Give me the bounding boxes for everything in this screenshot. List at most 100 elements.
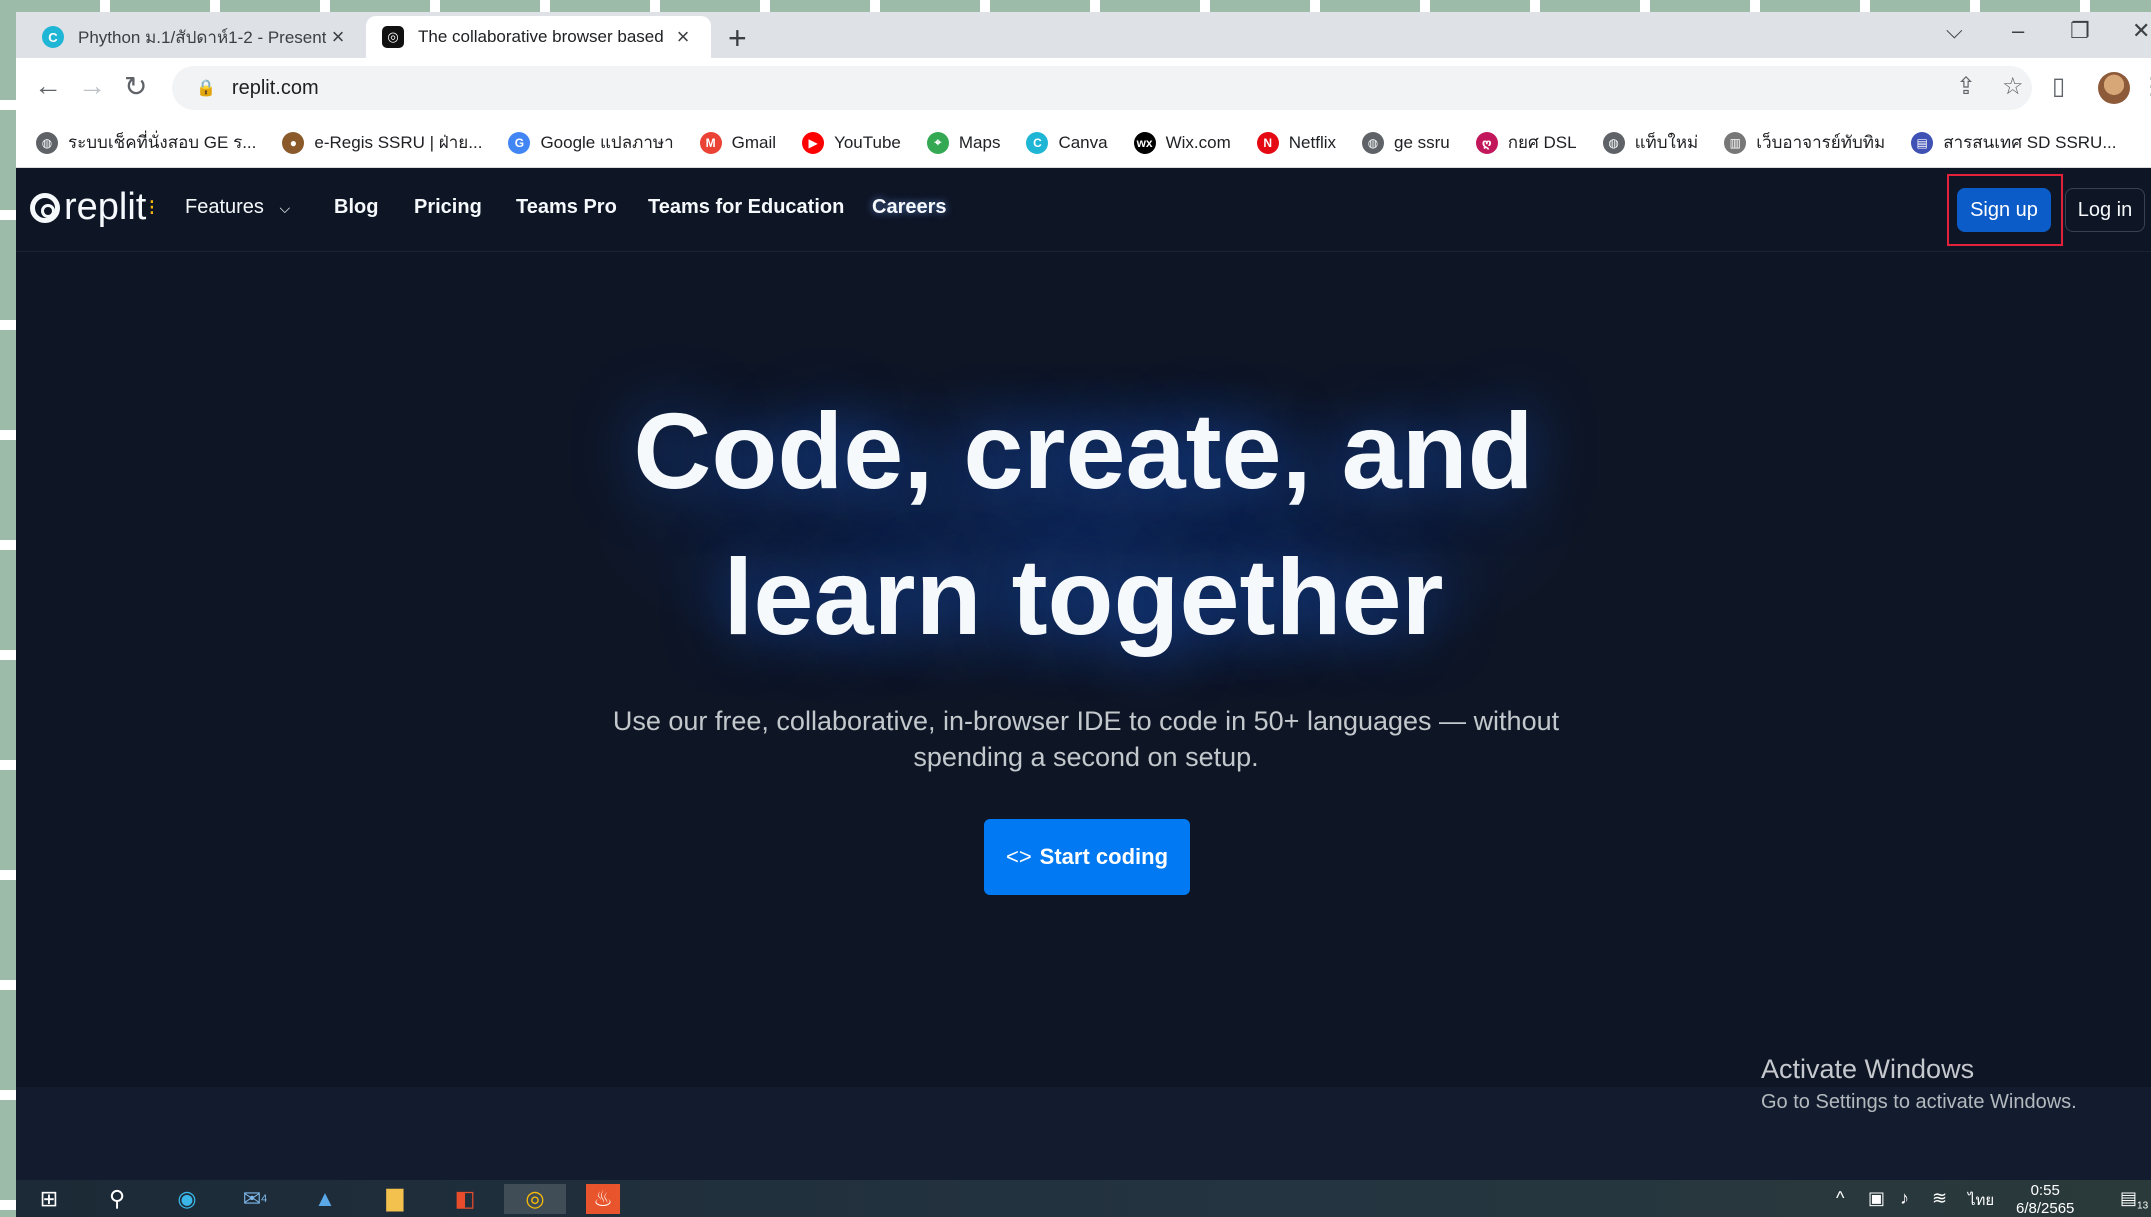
ssru-icon: ● xyxy=(282,131,305,154)
photos-icon[interactable]: ▲ xyxy=(308,1184,342,1214)
browser-toolbar: ← → ↻ 🔒 replit.com ⇪ ☆ ▯ ⋮ xyxy=(16,58,2151,118)
hero-headline: Code, create, and learn together xyxy=(16,378,2151,670)
bookmark-item[interactable]: ▶ YouTube xyxy=(802,131,901,154)
tab-search-icon[interactable]: ⌵ xyxy=(1946,18,1963,44)
share-icon[interactable]: ⇪ xyxy=(1956,72,1976,101)
volume-icon[interactable]: ♪ xyxy=(1900,1188,1909,1209)
bookmark-item[interactable]: ⌖ Maps xyxy=(926,131,1000,154)
youtube-icon: ▶ xyxy=(802,131,825,154)
bookmark-item[interactable]: ▤ สารสนเทศ SD SSRU... xyxy=(1911,129,2117,156)
close-tab-icon[interactable]: × xyxy=(671,24,695,50)
tab-strip: C Phython ม.1/สัปดาห์1-2 - Presenta × ◎ … xyxy=(16,12,2151,58)
mail-icon[interactable]: ✉ 4 xyxy=(238,1184,272,1214)
netflix-icon: N xyxy=(1256,131,1279,154)
forward-icon[interactable]: → xyxy=(78,70,106,102)
logo-dots-icon: ⁝ xyxy=(148,194,156,220)
address-bar[interactable]: 🔒 replit.com xyxy=(172,66,2032,110)
bookmark-label: ge ssru xyxy=(1394,132,1450,152)
screen: C Phython ม.1/สัปดาห์1-2 - Presenta × ◎ … xyxy=(16,12,2151,1217)
notifications-icon[interactable]: ▤13 xyxy=(2120,1188,2148,1212)
reload-icon[interactable]: ↻ xyxy=(124,70,147,103)
restore-icon[interactable]: ❐ xyxy=(2070,18,2090,44)
pdf-app-icon[interactable]: ♨ xyxy=(586,1184,620,1214)
hero-subtitle-line1: Use our free, collaborative, in-browser … xyxy=(612,706,1560,736)
bookmark-item[interactable]: ღ กยศ DSL xyxy=(1475,129,1577,156)
screenshot-frame-left xyxy=(0,0,16,1217)
bookmark-item[interactable]: wx Wix.com xyxy=(1133,131,1231,154)
forms-icon: ▤ xyxy=(1911,131,1934,154)
nav-teams-for-education[interactable]: Teams for Education xyxy=(648,196,844,219)
new-tab-button[interactable]: + xyxy=(728,20,747,57)
nav-teams-pro[interactable]: Teams Pro xyxy=(516,196,617,219)
bookmark-item[interactable]: N Netflix xyxy=(1256,131,1336,154)
wifi-icon[interactable]: ≋ xyxy=(1932,1188,1947,1209)
bookmark-item[interactable]: ▥ เว็บอาจารย์ทับทิม xyxy=(1724,129,1885,156)
logo-text: replit xyxy=(64,186,147,228)
nav-features[interactable]: Features ⌵ xyxy=(185,196,290,219)
bookmark-label: ระบบเช็คที่นั่งสอบ GE ร... xyxy=(68,133,257,152)
profile-avatar[interactable] xyxy=(2098,72,2130,104)
hero-subtitle-line2: spending a second on setup. xyxy=(913,742,1259,772)
bookmark-item[interactable]: G Google แปลภาษา xyxy=(508,129,674,156)
mail-badge: 4 xyxy=(261,1193,268,1205)
url-text: replit.com xyxy=(231,76,319,99)
activate-windows-title: Activate Windows xyxy=(1761,1054,1975,1084)
doc-icon: ▥ xyxy=(1724,131,1747,154)
replit-landing-page: replit ⁝ Features ⌵ Blog Pricing Teams P… xyxy=(16,168,2151,1180)
nav-blog[interactable]: Blog xyxy=(334,196,378,219)
bookmark-label: e-Regis SSRU | ฝ่าย... xyxy=(314,133,483,152)
nav-careers[interactable]: Careers xyxy=(872,196,947,219)
bookmark-label: กยศ DSL xyxy=(1507,133,1577,152)
hero-subtitle: Use our free, collaborative, in-browser … xyxy=(576,703,1596,775)
bookmark-label: แท็บใหม่ xyxy=(1634,133,1699,152)
bookmark-item[interactable]: ◍ แท็บใหม่ xyxy=(1602,129,1699,156)
replit-icon: ◎ xyxy=(382,26,404,48)
bookmark-item[interactable]: C Canva xyxy=(1026,131,1108,154)
bookmark-item[interactable]: ◍ ge ssru xyxy=(1362,131,1450,154)
minimize-icon[interactable]: – xyxy=(2012,18,2024,44)
clock-time: 0:55 xyxy=(2030,1182,2060,1199)
search-icon[interactable]: ⚲ xyxy=(100,1184,134,1214)
meet-now-icon[interactable]: ▣ xyxy=(1868,1188,1885,1209)
gmail-icon: M xyxy=(699,131,722,154)
bookmark-item[interactable]: ● e-Regis SSRU | ฝ่าย... xyxy=(282,129,482,156)
screenshot-frame-top xyxy=(0,0,2151,12)
nav-pricing[interactable]: Pricing xyxy=(414,196,482,219)
translate-icon: G xyxy=(508,131,531,154)
bookmark-label: Netflix xyxy=(1288,132,1336,152)
edge-icon[interactable]: ◉ xyxy=(170,1184,204,1214)
close-window-icon[interactable]: ✕ xyxy=(2132,18,2150,44)
sign-up-button[interactable]: Sign up xyxy=(1957,188,2051,232)
side-panel-icon[interactable]: ▯ xyxy=(2052,72,2065,101)
start-coding-label: Start coding xyxy=(1039,844,1169,869)
chrome-icon[interactable]: ◎ xyxy=(504,1184,566,1214)
close-tab-icon[interactable]: × xyxy=(326,24,350,50)
maps-icon: ⌖ xyxy=(926,131,949,154)
tab-title: Phython ม.1/สัปดาห์1-2 - Presenta xyxy=(78,27,326,47)
activate-windows-watermark: Activate Windows Go to Settings to activ… xyxy=(1761,1054,2077,1114)
bookmark-star-icon[interactable]: ☆ xyxy=(2002,72,2024,101)
dsl-icon: ღ xyxy=(1475,131,1498,154)
input-language[interactable]: ไทย xyxy=(1968,1188,1994,1212)
back-icon[interactable]: ← xyxy=(34,70,62,102)
bookmark-label: Canva xyxy=(1058,132,1108,152)
bookmark-item[interactable]: M Gmail xyxy=(699,131,776,154)
menu-kebab-icon[interactable]: ⋮ xyxy=(2140,72,2151,101)
replit-logo-icon xyxy=(30,192,60,223)
replit-logo[interactable]: replit ⁝ xyxy=(30,186,155,229)
office-icon[interactable]: ◧ xyxy=(448,1184,482,1214)
file-explorer-icon[interactable]: ▇ xyxy=(378,1184,412,1214)
start-coding-button[interactable]: <> Start coding xyxy=(984,819,1190,895)
system-clock[interactable]: 0:55 6/8/2565 xyxy=(2016,1182,2074,1217)
tray-chevron-up-icon[interactable]: ^ xyxy=(1836,1188,1844,1209)
chevron-down-icon: ⌵ xyxy=(279,200,291,216)
tab-title: The collaborative browser based xyxy=(418,27,664,46)
bookmark-item[interactable]: ◍ ระบบเช็คที่นั่งสอบ GE ร... xyxy=(36,129,256,156)
windows-start-icon[interactable]: ⊞ xyxy=(32,1184,66,1214)
tab-canva-presentation[interactable]: C Phython ม.1/สัปดาห์1-2 - Presenta × xyxy=(26,16,366,58)
globe-icon: ◍ xyxy=(36,131,58,154)
bookmark-label: Google แปลภาษา xyxy=(540,133,674,152)
tab-replit[interactable]: ◎ The collaborative browser based × xyxy=(366,16,711,58)
clock-date: 6/8/2565 xyxy=(2016,1200,2075,1217)
log-in-button[interactable]: Log in xyxy=(2065,188,2145,232)
